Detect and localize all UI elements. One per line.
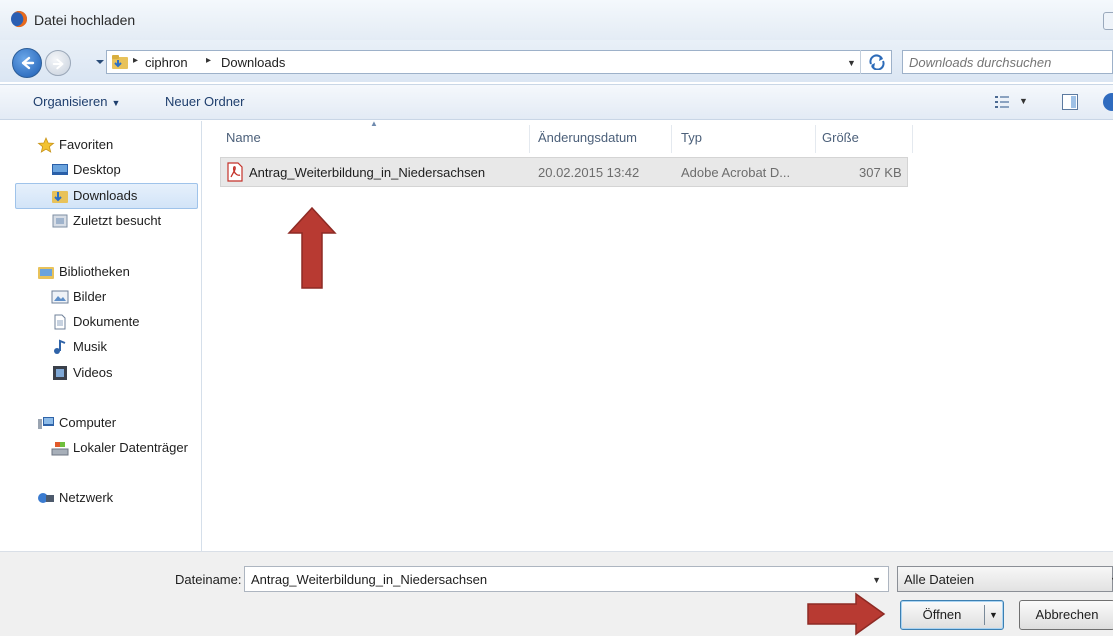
network-icon bbox=[38, 493, 54, 503]
sidebar-label: Bibliotheken bbox=[59, 264, 130, 279]
pdf-file-icon bbox=[227, 162, 243, 182]
drive-icon bbox=[51, 442, 69, 456]
breadcrumb-ciphron[interactable]: ciphron bbox=[145, 55, 188, 70]
column-divider[interactable] bbox=[529, 125, 530, 153]
music-icon bbox=[54, 339, 66, 354]
annotation-arrow-up bbox=[287, 206, 337, 289]
split-divider bbox=[984, 605, 985, 625]
arrow-right-icon bbox=[52, 58, 64, 70]
open-button[interactable]: Öffnen ▼ bbox=[900, 600, 1004, 630]
computer-icon bbox=[38, 417, 54, 429]
annotation-arrow-right bbox=[807, 592, 886, 636]
refresh-icon bbox=[869, 54, 885, 70]
sidebar-label: Favoriten bbox=[59, 137, 114, 152]
forward-button[interactable] bbox=[45, 50, 71, 76]
filename-input[interactable] bbox=[245, 567, 865, 591]
breadcrumb-separator-icon[interactable]: ▸ bbox=[206, 55, 211, 66]
arrow-left-icon bbox=[21, 56, 35, 70]
window-close-button[interactable] bbox=[1103, 12, 1113, 30]
sidebar-label: Lokaler Datenträger bbox=[73, 440, 188, 455]
column-header-date[interactable]: Änderungsdatum bbox=[538, 130, 637, 145]
sort-ascending-icon: ▲ bbox=[370, 119, 378, 128]
sidebar-label: Desktop bbox=[73, 162, 121, 177]
sidebar-label: Downloads bbox=[73, 188, 138, 203]
column-header-type[interactable]: Typ bbox=[681, 130, 702, 145]
search-input[interactable] bbox=[903, 51, 1112, 73]
title-bar: Datei hochladen bbox=[0, 0, 1113, 40]
file-name[interactable]: Antrag_Weiterbildung_in_Niedersachsen bbox=[249, 165, 485, 180]
new-folder-button[interactable]: Neuer Ordner bbox=[165, 94, 244, 109]
desktop-icon bbox=[52, 164, 68, 175]
view-dropdown-icon[interactable]: ▼ bbox=[1019, 96, 1028, 106]
column-header-name[interactable]: Name bbox=[226, 130, 261, 145]
organize-label: Organisieren bbox=[33, 94, 108, 109]
sidebar-label: Zuletzt besucht bbox=[73, 213, 162, 228]
open-button-label: Öffnen bbox=[922, 607, 962, 622]
videos-icon bbox=[53, 366, 67, 380]
firefox-icon bbox=[11, 11, 28, 28]
sidebar-label: Dokumente bbox=[73, 314, 140, 329]
sidebar-label: Videos bbox=[73, 365, 113, 380]
star-icon bbox=[37, 137, 55, 153]
filename-field[interactable]: ▼ bbox=[244, 566, 889, 592]
documents-icon bbox=[54, 314, 66, 330]
refresh-button[interactable] bbox=[860, 50, 890, 74]
column-header-size[interactable]: Größe bbox=[822, 130, 859, 145]
address-bar[interactable]: ▸ ciphron ▸ Downloads ▼ bbox=[106, 50, 892, 74]
file-type-select[interactable]: Alle Dateien ▼ bbox=[897, 566, 1113, 592]
column-divider[interactable] bbox=[671, 125, 672, 153]
cancel-button[interactable]: Abbrechen bbox=[1019, 600, 1113, 630]
folder-icon bbox=[112, 55, 128, 69]
breadcrumb-downloads[interactable]: Downloads bbox=[221, 55, 285, 70]
sidebar-label: Bilder bbox=[73, 289, 107, 304]
pictures-icon bbox=[51, 290, 69, 304]
recent-places-icon bbox=[52, 214, 68, 228]
recent-pages-dropdown-icon[interactable] bbox=[95, 58, 105, 66]
window-title: Datei hochladen bbox=[34, 12, 136, 28]
organize-button[interactable]: Organisieren ▼ bbox=[33, 94, 120, 109]
sidebar-label: Musik bbox=[73, 339, 107, 354]
view-options-icon[interactable] bbox=[994, 95, 1010, 109]
libraries-icon bbox=[38, 267, 54, 279]
filename-label: Dateiname: bbox=[175, 572, 242, 587]
open-options-dropdown-icon[interactable]: ▼ bbox=[989, 601, 998, 629]
file-type-value: Alle Dateien bbox=[904, 572, 975, 587]
file-date: 20.02.2015 13:42 bbox=[538, 165, 640, 180]
breadcrumb-separator-icon[interactable]: ▸ bbox=[133, 55, 138, 66]
search-box[interactable] bbox=[902, 50, 1113, 74]
chevron-down-icon[interactable]: ▼ bbox=[847, 58, 856, 68]
sidebar-label: Computer bbox=[59, 415, 117, 430]
sidebar-label: Netzwerk bbox=[59, 490, 114, 505]
downloads-folder-icon bbox=[52, 191, 68, 203]
column-divider[interactable] bbox=[815, 125, 816, 153]
file-type: Adobe Acrobat D... bbox=[681, 165, 791, 180]
column-divider[interactable] bbox=[912, 125, 913, 153]
back-button[interactable] bbox=[12, 48, 42, 78]
chevron-down-icon[interactable]: ▼ bbox=[872, 575, 881, 585]
chevron-down-icon: ▼ bbox=[111, 98, 121, 108]
file-size: 307 KB bbox=[859, 165, 902, 180]
preview-pane-icon[interactable] bbox=[1062, 94, 1078, 110]
